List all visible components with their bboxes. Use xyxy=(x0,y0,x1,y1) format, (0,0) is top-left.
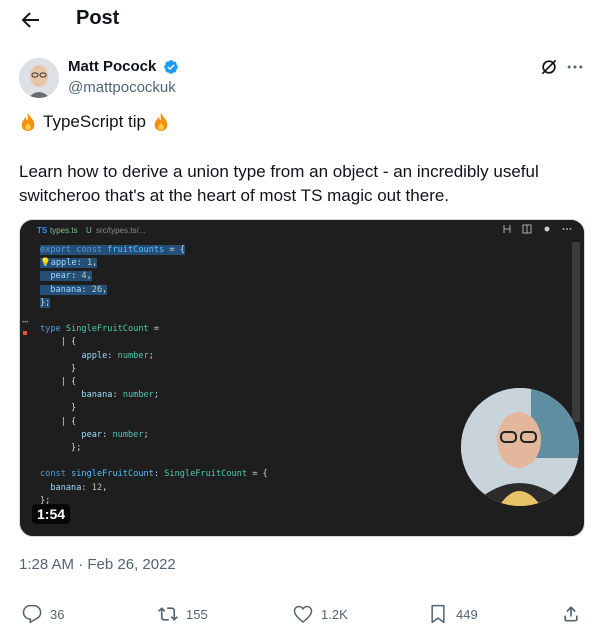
fire-emoji-icon xyxy=(154,113,168,131)
like-count: 1.2K xyxy=(321,606,348,622)
repost-button[interactable]: 155 xyxy=(158,604,208,624)
repost-count: 155 xyxy=(186,606,208,622)
heart-icon xyxy=(293,605,313,623)
gutter-dots: ••• xyxy=(22,320,29,326)
editor-scrollbar xyxy=(572,242,580,422)
video-duration: 1:54 xyxy=(32,504,71,524)
reply-count: 36 xyxy=(50,606,65,622)
reply-button[interactable]: 36 xyxy=(22,604,64,624)
bookmark-count: 449 xyxy=(456,606,478,622)
webcam-overlay xyxy=(461,388,579,506)
editor-toolbar xyxy=(502,224,572,234)
tip-line: TypeScript tip xyxy=(19,112,170,132)
repost-icon xyxy=(158,607,178,621)
tab-filename: types.ts xyxy=(50,226,78,235)
bookmark-icon xyxy=(431,604,445,624)
tab-status: U xyxy=(86,226,92,235)
fire-emoji-icon xyxy=(21,113,35,131)
tab-language-badge: TS xyxy=(37,226,48,235)
avatar[interactable] xyxy=(19,58,59,98)
gutter-error-marker xyxy=(23,331,27,335)
share-icon xyxy=(564,606,578,622)
unsaved-dot-icon xyxy=(544,226,550,232)
verified-badge-icon[interactable] xyxy=(163,59,179,75)
like-button[interactable]: 1.2K xyxy=(293,604,348,624)
tab-path: src/types.ts/... xyxy=(96,226,146,235)
tip-text: TypeScript tip xyxy=(43,112,146,131)
page-title: Post xyxy=(76,7,120,29)
bookmark-button[interactable]: 449 xyxy=(428,604,478,624)
video-player[interactable]: TS types.ts U src/types.ts/... ••• expor… xyxy=(19,219,585,537)
more-options-icon[interactable] xyxy=(565,57,585,77)
compare-icon xyxy=(503,225,511,233)
top-bar: Post xyxy=(0,0,598,40)
avatar-image xyxy=(19,58,59,98)
share-button[interactable] xyxy=(561,604,581,624)
reply-icon xyxy=(22,604,42,624)
presenter-image xyxy=(461,388,579,506)
post-body: Learn how to derive a union type from an… xyxy=(19,162,539,205)
author-handle[interactable]: @mattpocockuk xyxy=(68,79,176,96)
post-timestamp[interactable]: 1:28 AM · Feb 26, 2022 xyxy=(19,556,176,573)
code-frame: export const fruitCounts = { 💡apple: 1, … xyxy=(40,245,268,506)
more-actions-icon xyxy=(562,228,572,230)
author-name[interactable]: Matt Pocock xyxy=(68,58,156,75)
back-arrow-icon[interactable] xyxy=(18,8,42,32)
editor-tab-bar: TS types.ts U src/types.ts/... xyxy=(20,220,584,242)
grok-icon[interactable] xyxy=(539,57,559,77)
split-editor-icon xyxy=(522,224,532,234)
